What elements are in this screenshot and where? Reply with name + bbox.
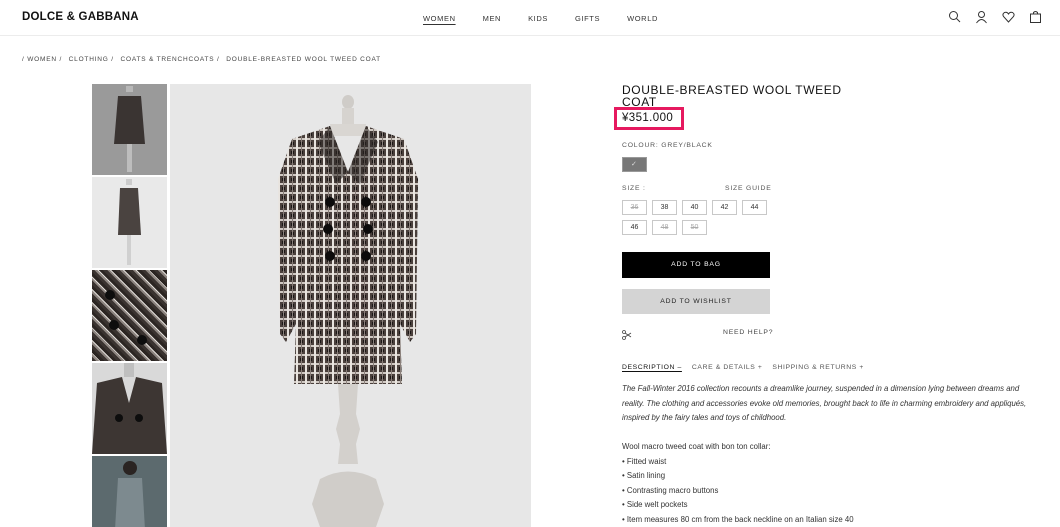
- nav-men[interactable]: MEN: [483, 14, 501, 23]
- description-details: Wool macro tweed coat with bon ton colla…: [622, 440, 1040, 527]
- list-item: • Contrasting macro buttons: [622, 485, 719, 495]
- nav-women[interactable]: WOMEN: [423, 14, 456, 23]
- colour-label: COLOUR: GREY/BLACK: [622, 142, 713, 149]
- colour-swatch-grey-black[interactable]: ✓: [622, 157, 647, 172]
- list-item: • Item measures 80 cm from the back neck…: [622, 514, 854, 524]
- size-guide-link[interactable]: SIZE GUIDE: [725, 185, 772, 192]
- list-item: • Side welt pockets: [622, 500, 688, 510]
- description-intro: Wool macro tweed coat with bon ton colla…: [622, 442, 771, 451]
- add-to-bag-button[interactable]: ADD TO BAG: [622, 252, 770, 278]
- shopping-bag-icon[interactable]: [1029, 10, 1042, 24]
- tab-description[interactable]: DESCRIPTION –: [622, 364, 682, 371]
- thumbnail-fabric-detail[interactable]: [92, 270, 167, 361]
- product-title: DOUBLE-BREASTED WOOL TWEED COAT: [622, 83, 842, 109]
- size-option-48[interactable]: 48: [652, 220, 677, 235]
- brand-logo[interactable]: DOLCE & GABBANA: [22, 11, 139, 23]
- account-icon[interactable]: [975, 10, 988, 24]
- nav-gifts[interactable]: GIFTS: [575, 14, 600, 23]
- size-option-36[interactable]: 36: [622, 200, 647, 215]
- size-option-40[interactable]: 40: [682, 200, 707, 215]
- thumbnail-runway-look[interactable]: [92, 456, 167, 527]
- size-option-44[interactable]: 44: [742, 200, 767, 215]
- check-icon: ✓: [631, 161, 637, 168]
- thumbnail-collar-detail[interactable]: [92, 363, 167, 454]
- breadcrumb-clothing[interactable]: CLOTHING /: [69, 56, 114, 63]
- breadcrumb-current: DOUBLE-BREASTED WOOL TWEED COAT: [226, 56, 381, 63]
- breadcrumb-coats[interactable]: COATS & TRENCHCOATS /: [120, 56, 219, 63]
- site-header: DOLCE & GABBANA WOMEN MEN KIDS GIFTS WOR…: [0, 0, 1060, 36]
- size-option-46[interactable]: 46: [622, 220, 647, 235]
- need-help-link[interactable]: NEED HELP?: [723, 329, 773, 336]
- main-nav: WOMEN MEN KIDS GIFTS WORLD: [423, 14, 685, 23]
- search-icon[interactable]: [948, 10, 961, 24]
- product-tabs: DESCRIPTION – CARE & DETAILS + SHIPPING …: [622, 364, 874, 371]
- tab-care-details[interactable]: CARE & DETAILS +: [692, 364, 762, 371]
- tab-shipping-returns[interactable]: SHIPPING & RETURNS +: [772, 364, 864, 371]
- list-item: • Fitted waist: [622, 456, 667, 466]
- size-label: SIZE :: [622, 185, 646, 192]
- breadcrumb-women[interactable]: / WOMEN /: [22, 56, 62, 63]
- size-selector: 36 38 40 42 44 46 48 50: [622, 200, 782, 235]
- size-option-50[interactable]: 50: [682, 220, 707, 235]
- product-price: ¥351.000: [622, 112, 674, 124]
- add-to-wishlist-button[interactable]: ADD TO WISHLIST: [622, 289, 770, 314]
- thumbnail-gallery: [92, 84, 168, 527]
- share-icon[interactable]: [622, 327, 632, 340]
- main-product-image[interactable]: [170, 84, 531, 527]
- wishlist-heart-icon[interactable]: [1002, 10, 1015, 24]
- list-item: • Satin lining: [622, 471, 666, 481]
- thumbnail-front-view[interactable]: [92, 84, 167, 175]
- thumbnail-side-view[interactable]: [92, 177, 167, 268]
- size-option-38[interactable]: 38: [652, 200, 677, 215]
- nav-world[interactable]: WORLD: [627, 14, 658, 23]
- header-icons: [948, 10, 1042, 24]
- description-paragraph: The Fall-Winter 2016 collection recounts…: [622, 384, 1027, 422]
- size-option-42[interactable]: 42: [712, 200, 737, 215]
- breadcrumb: / WOMEN / CLOTHING / COATS & TRENCHCOATS…: [22, 56, 385, 63]
- nav-kids[interactable]: KIDS: [528, 14, 548, 23]
